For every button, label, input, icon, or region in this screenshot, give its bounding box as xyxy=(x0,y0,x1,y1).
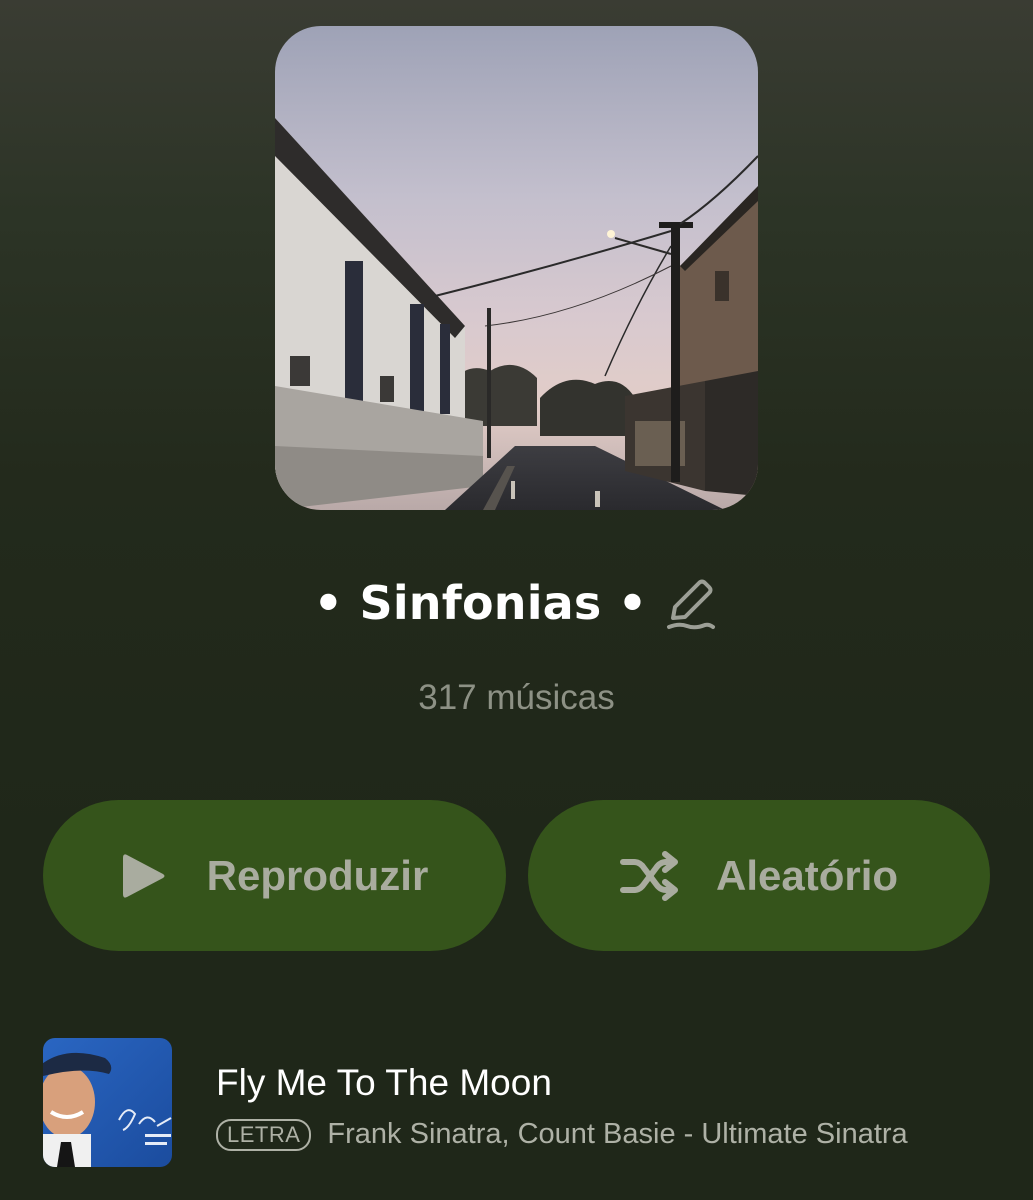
track-row[interactable]: Fly Me To The Moon LETRA Frank Sinatra, … xyxy=(0,1030,1033,1180)
playlist-title: • Sinfonias • xyxy=(313,576,648,630)
play-button[interactable]: Reproduzir xyxy=(43,800,506,951)
song-count: 317 músicas xyxy=(418,678,615,717)
pencil-icon xyxy=(667,579,716,630)
track-title: Fly Me To The Moon xyxy=(216,1062,552,1103)
play-icon xyxy=(121,851,167,901)
track-album-art xyxy=(43,1038,172,1167)
track-subtitle: Frank Sinatra, Count Basie - Ultimate Si… xyxy=(327,1118,908,1150)
shuffle-button[interactable]: Aleatório xyxy=(528,800,990,951)
cover-image xyxy=(275,26,758,510)
edit-playlist-button[interactable] xyxy=(661,572,719,634)
lyrics-badge: LETRA xyxy=(216,1118,312,1151)
shuffle-button-label: Aleatório xyxy=(715,851,899,899)
play-button-label: Reproduzir xyxy=(206,851,429,899)
shuffle-icon xyxy=(619,850,680,902)
track-meta: LETRA Frank Sinatra, Count Basie - Ultim… xyxy=(216,1118,908,1151)
playlist-title-row: • Sinfonias • xyxy=(0,568,1033,638)
playlist-cover xyxy=(275,26,758,510)
